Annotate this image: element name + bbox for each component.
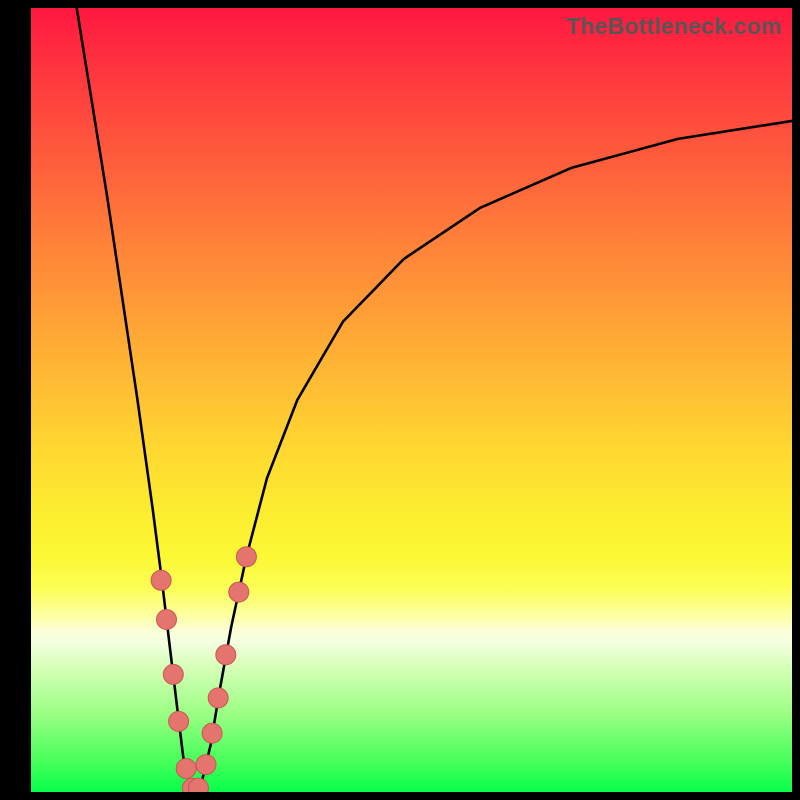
plot-area: TheBottleneck.com [31,8,792,792]
marker-point [151,570,171,590]
marker-point [208,688,228,708]
marker-point [236,547,256,567]
marker-point [216,645,236,665]
marker-point [169,711,189,731]
marker-point [202,723,222,743]
marker-point [163,664,183,684]
curve-right-branch [195,121,792,792]
marker-point [196,755,216,775]
curve-layer [31,8,792,792]
chart-frame: TheBottleneck.com [0,0,800,800]
marker-point [157,610,177,630]
marker-point [229,582,249,602]
marker-point [176,759,196,779]
